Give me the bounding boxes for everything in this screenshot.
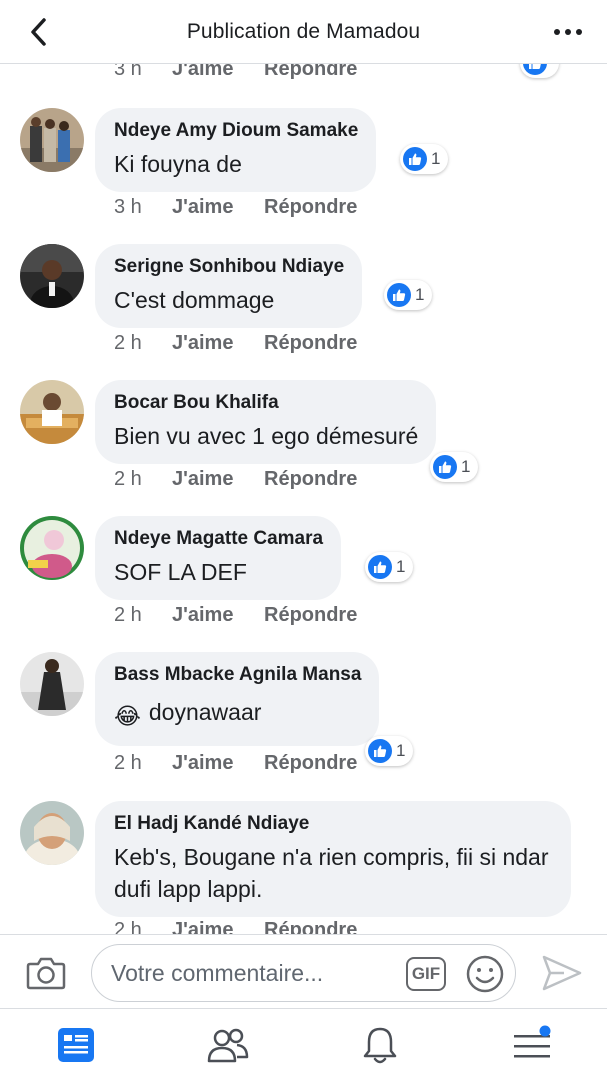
comment-actions: 2 h J'aime Répondre	[114, 752, 357, 775]
comment-actions: 3 h J'aime Répondre	[114, 64, 357, 81]
commenter-name[interactable]: Bocar Bou Khalifa	[114, 392, 418, 414]
commenter-name[interactable]: Ndeye Amy Dioum Samake	[114, 120, 358, 142]
app: Publication de Mamadou 3 h J'aime Répond…	[0, 0, 607, 1080]
comment-time: 2 h	[114, 752, 142, 774]
reply-link[interactable]: Répondre	[264, 604, 357, 627]
reply-link[interactable]: Répondre	[264, 64, 357, 81]
comment-bubble[interactable]: El Hadj Kandé Ndiaye Keb's, Bougane n'a …	[95, 801, 571, 917]
comment-bubble[interactable]: Bocar Bou Khalifa Bien vu avec 1 ego dém…	[95, 380, 437, 464]
notification-dot	[539, 1025, 551, 1037]
like-link[interactable]: J'aime	[172, 468, 264, 491]
avatar[interactable]	[20, 652, 84, 716]
comment-text: doynawaar	[148, 699, 262, 725]
reply-link[interactable]: Répondre	[264, 919, 357, 934]
comment-bubble[interactable]: Ndeye Amy Dioum Samake Ki fouyna de	[95, 108, 377, 192]
reaction-count: 1	[396, 557, 406, 576]
comment-text: Bien vu avec 1 ego démesuré	[114, 423, 419, 449]
comment-bubble[interactable]: Ndeye Magatte Camara SOF LA DEF	[95, 516, 342, 600]
smiley-icon	[466, 955, 504, 993]
comment-text: SOF LA DEF	[114, 559, 247, 585]
reaction-count: 1	[396, 741, 406, 760]
comment-bubble[interactable]: Bass Mbacke Agnila Mansa 😂 doynawaar	[95, 652, 380, 746]
camera-icon	[26, 957, 66, 990]
like-link[interactable]: J'aime	[172, 196, 264, 219]
friends-icon	[207, 1028, 249, 1063]
commenter-name[interactable]: Bass Mbacke Agnila Mansa	[114, 664, 361, 686]
comment-actions: 2 h J'aime Répondre	[114, 468, 357, 491]
avatar[interactable]	[20, 244, 84, 308]
send-button[interactable]	[540, 953, 584, 993]
like-link[interactable]: J'aime	[172, 332, 264, 355]
commenter-name[interactable]: El Hadj Kandé Ndiaye	[114, 813, 553, 835]
comment-time: 2 h	[114, 468, 142, 490]
reaction-count-badge[interactable]: 1	[384, 280, 433, 310]
back-button[interactable]	[22, 16, 54, 48]
gif-button[interactable]: GIF	[406, 957, 446, 991]
commenter-name[interactable]: Serigne Sonhibou Ndiaye	[114, 256, 344, 278]
reply-link[interactable]: Répondre	[264, 196, 357, 219]
top-bar: Publication de Mamadou	[0, 0, 607, 64]
comment-time: 3 h	[114, 196, 142, 218]
comment-composer: Votre commentaire... GIF	[0, 934, 607, 1008]
comment-time: 2 h	[114, 919, 142, 934]
thumbs-up-icon	[368, 555, 392, 579]
reaction-count: 1	[415, 285, 425, 304]
like-link[interactable]: J'aime	[172, 604, 264, 627]
emoji-button[interactable]	[464, 953, 506, 995]
tab-menu[interactable]	[510, 1025, 554, 1065]
comment-text: Ki fouyna de	[114, 151, 242, 177]
thumbs-up-icon	[433, 455, 457, 479]
thumbs-up-icon	[387, 283, 411, 307]
comment-bubble[interactable]: Serigne Sonhibou Ndiaye C'est dommage	[95, 244, 363, 328]
comment-text-row: 😂 doynawaar	[114, 696, 361, 732]
avatar[interactable]	[20, 108, 84, 172]
bell-icon	[363, 1027, 397, 1064]
thumbs-up-icon	[368, 739, 392, 763]
send-icon	[542, 955, 582, 991]
comment-actions: 2 h J'aime Répondre	[114, 604, 357, 627]
reaction-count-badge[interactable]: 1	[365, 736, 414, 766]
like-link[interactable]: J'aime	[172, 64, 264, 81]
hamburger-menu-icon	[514, 1025, 551, 1058]
comment-actions: 2 h J'aime Répondre	[114, 919, 357, 934]
bottom-tab-bar	[0, 1008, 607, 1080]
thumbs-up-icon	[403, 147, 427, 171]
comment-text: Keb's, Bougane n'a rien compris, fii si …	[114, 844, 549, 902]
tab-notifications[interactable]	[358, 1025, 402, 1065]
reaction-count: 1	[431, 149, 441, 168]
comment-time: 2 h	[114, 604, 142, 626]
tab-friends[interactable]	[206, 1025, 250, 1065]
reaction-count-badge[interactable]: 1	[430, 452, 479, 482]
page-title: Publication de Mamadou	[186, 19, 421, 43]
news-feed-icon	[58, 1028, 94, 1062]
avatar[interactable]	[20, 516, 84, 580]
avatar[interactable]	[20, 801, 84, 865]
reply-link[interactable]: Répondre	[264, 332, 357, 355]
comment-actions: 3 h J'aime Répondre	[114, 196, 357, 219]
more-horizontal-icon	[554, 29, 582, 35]
more-options-button[interactable]	[551, 18, 585, 46]
like-link[interactable]: J'aime	[172, 919, 264, 934]
tab-news-feed[interactable]	[54, 1025, 98, 1065]
reaction-count-badge[interactable]: 1	[400, 144, 449, 174]
thumbs-up-icon	[523, 64, 547, 75]
reaction-count: 1	[461, 457, 471, 476]
camera-button[interactable]	[26, 955, 66, 991]
comment-time: 3 h	[114, 64, 142, 80]
comment-actions: 2 h J'aime Répondre	[114, 332, 357, 355]
comment-input-placeholder: Votre commentaire...	[111, 959, 324, 986]
comment-time: 2 h	[114, 332, 142, 354]
comment-input[interactable]: Votre commentaire... GIF	[91, 944, 516, 1002]
reply-link[interactable]: Répondre	[264, 752, 357, 775]
reaction-count-badge[interactable]: 1	[365, 552, 414, 582]
reaction-count-badge[interactable]	[520, 64, 559, 78]
comment-text: C'est dommage	[114, 287, 275, 313]
like-link[interactable]: J'aime	[172, 752, 264, 775]
comment-list[interactable]: 3 h J'aime Répondre Ndeye Amy Dioum Sama…	[0, 64, 607, 934]
avatar[interactable]	[20, 380, 84, 444]
commenter-name[interactable]: Ndeye Magatte Camara	[114, 528, 323, 550]
reply-link[interactable]: Répondre	[264, 468, 357, 491]
laughing-emoji: 😂	[114, 703, 141, 729]
chevron-left-icon	[31, 18, 46, 46]
